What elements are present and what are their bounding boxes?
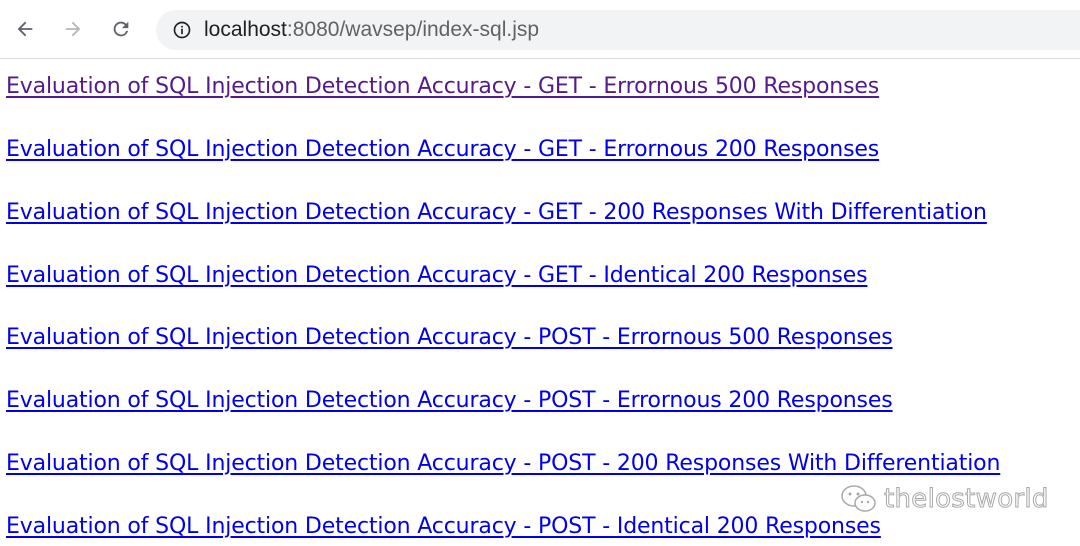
- link-get-errornous-500[interactable]: Evaluation of SQL Injection Detection Ac…: [6, 72, 879, 102]
- link-get-200-differentiation[interactable]: Evaluation of SQL Injection Detection Ac…: [6, 198, 987, 228]
- link-post-errornous-500[interactable]: Evaluation of SQL Injection Detection Ac…: [6, 323, 893, 353]
- reload-button[interactable]: [104, 12, 138, 46]
- info-circle-icon[interactable]: [172, 20, 192, 40]
- browser-toolbar: localhost:8080/wavsep/index-sql.jsp: [0, 0, 1080, 59]
- url-text[interactable]: localhost:8080/wavsep/index-sql.jsp: [204, 18, 539, 42]
- link-post-identical-200[interactable]: Evaluation of SQL Injection Detection Ac…: [6, 512, 881, 542]
- address-bar[interactable]: localhost:8080/wavsep/index-sql.jsp: [156, 10, 1080, 50]
- forward-button[interactable]: [56, 12, 90, 46]
- link-post-200-differentiation[interactable]: Evaluation of SQL Injection Detection Ac…: [6, 449, 1000, 479]
- link-get-errornous-200[interactable]: Evaluation of SQL Injection Detection Ac…: [6, 135, 879, 165]
- arrow-left-icon: [17, 21, 33, 37]
- url-host: localhost: [204, 18, 287, 41]
- arrow-right-icon: [65, 21, 81, 37]
- reload-icon: [113, 21, 129, 37]
- link-get-identical-200[interactable]: Evaluation of SQL Injection Detection Ac…: [6, 261, 868, 291]
- link-post-errornous-200[interactable]: Evaluation of SQL Injection Detection Ac…: [6, 386, 893, 416]
- page-content: Evaluation of SQL Injection Detection Ac…: [0, 58, 1080, 546]
- url-path: :8080/wavsep/index-sql.jsp: [286, 18, 540, 41]
- back-button[interactable]: [8, 12, 42, 46]
- watermark: thelostworld: [840, 484, 1049, 515]
- watermark-text: thelostworld: [884, 484, 1049, 515]
- wechat-icon: [841, 485, 876, 512]
